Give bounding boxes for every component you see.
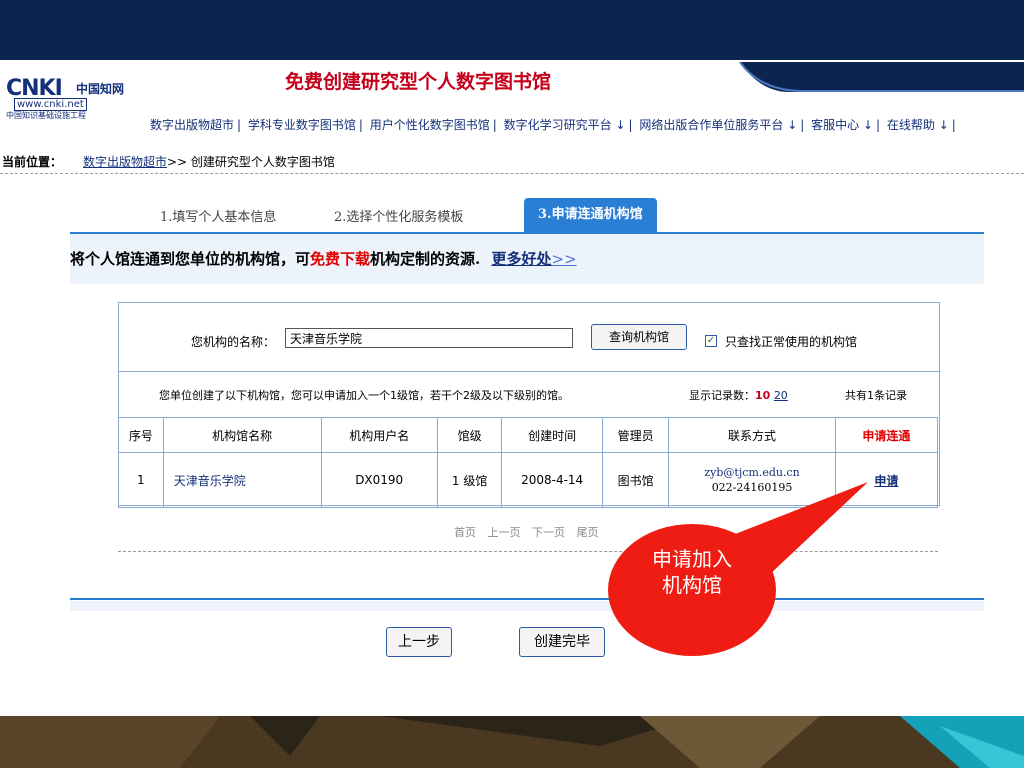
col-admin: 管理员	[601, 417, 670, 453]
col-username: 机构用户名	[320, 417, 438, 453]
more-benefits-arrow[interactable]: >>	[552, 250, 577, 268]
more-benefits-link[interactable]: 更多好处	[492, 250, 552, 268]
col-apply: 申请连通	[834, 417, 939, 453]
nav-item-digital-market[interactable]: 数字出版物超市	[150, 118, 234, 132]
nav-item-online-help[interactable]: 在线帮助 ↓	[887, 118, 949, 132]
cell-library-name[interactable]: 天津音乐学院	[162, 452, 322, 508]
pager-first[interactable]: 首页	[454, 526, 476, 539]
bottom-banner-art	[0, 716, 1024, 768]
logo-subtitle: 中国知识基础设施工程	[6, 111, 86, 120]
total-count: 共有1条记录	[845, 389, 907, 402]
institution-name-input[interactable]: 天津音乐学院	[285, 328, 573, 348]
col-name: 机构馆名称	[162, 417, 322, 453]
breadcrumb: 当前位置： 数字出版物超市 >> 创建研究型个人数字图书馆	[0, 150, 1024, 174]
header-swoosh-decoration	[739, 62, 1024, 92]
promo-prefix: 将个人馆连通到您单位的机构馆，可	[70, 250, 311, 268]
step-tabs: 1.填写个人基本信息 2.选择个性化服务模板 3.申请连通机构馆	[70, 198, 984, 234]
pager: 首页 上一页 下一页 尾页	[454, 524, 607, 540]
callout-text: 申请加入机构馆	[652, 547, 732, 597]
library-search-panel: 您机构的名称： 天津音乐学院 查询机构馆 ✓ 只查找正常使用的机构馆 您单位创建…	[118, 302, 940, 508]
breadcrumb-label: 当前位置：	[2, 155, 63, 169]
previous-step-button[interactable]: 上一步	[386, 627, 452, 657]
logo-cn-name: 中国知网	[76, 82, 125, 96]
nav-item-partner-platform[interactable]: 网络出版合作单位服务平台 ↓	[639, 118, 797, 132]
pager-prev[interactable]: 上一页	[488, 526, 521, 539]
top-banner	[0, 0, 1024, 60]
col-level: 馆级	[436, 417, 503, 453]
cnki-logo[interactable]: CNKI 中国知网 www.cnki.net 中国知识基础设施工程	[6, 76, 146, 120]
nav-item-personal-library[interactable]: 用户个性化数字图书馆	[370, 118, 490, 132]
page-size-selector: 显示记录数：10 20	[689, 387, 788, 403]
col-index: 序号	[118, 417, 164, 453]
normal-only-checkbox[interactable]: ✓	[705, 335, 717, 347]
page-size-current: 10	[755, 389, 771, 402]
nav-item-subject-library[interactable]: 学科专业数字图书馆	[248, 118, 356, 132]
cell-index: 1	[118, 452, 164, 508]
apply-link[interactable]: 申请	[874, 474, 898, 488]
page-size-option-20[interactable]: 20	[774, 389, 788, 402]
cell-level: 1 级馆	[436, 452, 503, 508]
main-nav: 数字出版物超市 | 学科专业数字图书馆 | 用户个性化数字图书馆 | 数字化学习研究平…	[150, 118, 956, 132]
page-size-label: 显示记录数：	[689, 389, 755, 402]
search-label: 您机构的名称：	[191, 335, 276, 349]
info-row: 您单位创建了以下机构馆，您可以申请加入一个1级馆，若干个2级及以下级别的馆。 显…	[119, 372, 939, 408]
col-created: 创建时间	[501, 417, 603, 453]
promo-highlight: 免费下载	[310, 250, 371, 268]
breadcrumb-current: >> 创建研究型个人数字图书馆	[167, 155, 335, 169]
step-tab-basic-info[interactable]: 1.填写个人基本信息	[160, 206, 276, 225]
breadcrumb-divider	[0, 173, 1024, 174]
bottom-banner	[0, 716, 1024, 768]
breadcrumb-link-market[interactable]: 数字出版物超市	[83, 153, 167, 170]
cell-created: 2008-4-14	[501, 452, 603, 508]
finish-button[interactable]: 创建完毕	[519, 627, 605, 657]
page-title: 免费创建研究型个人数字图书馆	[285, 71, 552, 93]
promo-text: 将个人馆连通到您单位的机构馆，可免费下载机构定制的资源. 更多好处>>	[70, 248, 577, 269]
pager-last[interactable]: 尾页	[577, 526, 599, 539]
nav-item-customer-service[interactable]: 客服中心 ↓	[811, 118, 873, 132]
cell-username: DX0190	[320, 452, 438, 508]
search-row: 您机构的名称： 天津音乐学院 查询机构馆 ✓ 只查找正常使用的机构馆	[119, 303, 939, 372]
col-contact: 联系方式	[668, 417, 836, 453]
pager-next[interactable]: 下一页	[532, 526, 565, 539]
promo-banner: 将个人馆连通到您单位的机构馆，可免费下载机构定制的资源. 更多好处>>	[70, 234, 984, 284]
normal-only-label: 只查找正常使用的机构馆	[725, 335, 858, 349]
search-library-button[interactable]: 查询机构馆	[591, 324, 687, 350]
step-tab-connect-library[interactable]: 3.申请连通机构馆	[524, 198, 657, 232]
promo-suffix: 机构定制的资源.	[370, 250, 481, 268]
info-text: 您单位创建了以下机构馆，您可以申请加入一个1级馆，若干个2级及以下级别的馆。	[159, 389, 569, 402]
step-tab-template[interactable]: 2.选择个性化服务模板	[334, 206, 463, 225]
nav-item-learning-platform[interactable]: 数字化学习研究平台 ↓	[504, 118, 626, 132]
